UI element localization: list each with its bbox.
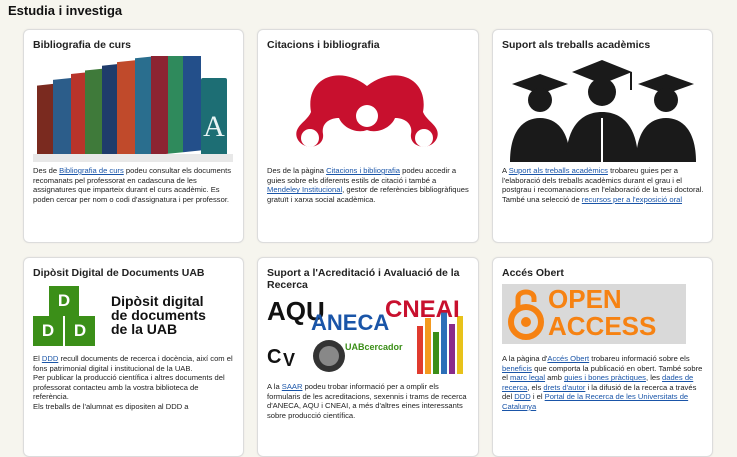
card-open-access[interactable]: Accés Obert OPEN ACCESS A la pàgina d'Ac… xyxy=(492,257,713,457)
card-title: Suport als treballs acadèmics xyxy=(502,39,651,51)
card-text-run: trobareu informació sobre els xyxy=(589,354,690,363)
card-link[interactable]: Suport als treballs acadèmics xyxy=(509,166,608,175)
card-text-run: amb xyxy=(545,373,565,383)
card-text-run: A la pàgina d' xyxy=(502,354,548,363)
card-text-run: , els xyxy=(527,382,544,392)
card-course-bibliography[interactable]: Bibliografia de curs A Des de Bibliograf… xyxy=(23,29,244,243)
card-text: Des de la pàgina Citacions i bibliografi… xyxy=(267,166,470,204)
card-link[interactable]: Accés Obert xyxy=(547,354,589,363)
card-link[interactable]: Mendeley Institucional xyxy=(267,185,342,194)
card-text: A la SAAR podeu trobar informació per a … xyxy=(267,382,470,420)
card-text: El DDD recull documents de recerca i doc… xyxy=(33,354,235,412)
card-link[interactable]: DDD xyxy=(42,354,58,363)
card-title: Citacions i bibliografia xyxy=(267,39,380,51)
books-icon: A xyxy=(33,56,233,162)
card-link[interactable]: drets d'autor xyxy=(543,383,585,392)
card-text-run: Des de xyxy=(33,166,60,175)
card-link[interactable]: recursos per a l'exposició oral xyxy=(582,195,682,204)
card-link[interactable]: Bibliografia de curs xyxy=(59,166,124,175)
card-academic-work-support[interactable]: Suport als treballs acadèmics A Suport a… xyxy=(492,29,713,243)
card-text-run: recull documents de recerca i docència, … xyxy=(33,354,233,373)
accreditation-collage-icon: AQU CNEAI ANECA UABcercador C V xyxy=(267,296,471,376)
card-text: A la pàgina d'Accés Obert trobareu infor… xyxy=(502,354,704,412)
card-title: Accés Obert xyxy=(502,267,564,279)
card-text-run: A la xyxy=(267,382,282,391)
card-link[interactable]: DDD xyxy=(514,392,530,401)
card-text-run: A xyxy=(502,166,509,175)
card-link[interactable]: beneficis xyxy=(502,364,532,373)
card-accreditation[interactable]: Suport a l'Acreditació i Avaluació de la… xyxy=(257,257,479,457)
card-title: Bibliografia de curs xyxy=(33,39,132,51)
card-text: Des de Bibliografia de curs podeu consul… xyxy=(33,166,235,204)
ddd-logo-icon: D D D Dipòsit digital de documents de la… xyxy=(33,284,233,350)
card-text-run: Els treballs de l'alumnat es dipositen a… xyxy=(33,401,189,411)
card-link[interactable]: guies i bones pràctiques xyxy=(564,373,646,382)
card-citations[interactable]: Citacions i bibliografia Des de la pàgin… xyxy=(257,29,479,243)
card-title: Dipòsit Digital de Documents UAB xyxy=(33,267,205,279)
card-link[interactable]: marc legal xyxy=(510,373,545,382)
card-text-run: El xyxy=(33,354,42,363)
card-text-run: Per publicar la producció científica i a… xyxy=(33,373,225,402)
card-text-run: i el xyxy=(530,392,545,402)
card-text: A Suport als treballs acadèmics trobareu… xyxy=(502,166,704,204)
card-ddd[interactable]: Dipòsit Digital de Documents UAB D D D D… xyxy=(23,257,244,457)
card-title: Suport a l'Acreditació i Avaluació de la… xyxy=(267,267,460,291)
graduates-icon xyxy=(502,56,702,162)
section-title: Estudia i investiga xyxy=(8,3,123,18)
mendeley-logo-icon xyxy=(267,56,467,162)
card-link[interactable]: SAAR xyxy=(282,382,303,391)
card-text-run: , les xyxy=(645,373,663,383)
card-text-run: Des de la pàgina xyxy=(267,166,327,175)
open-access-logo-icon: OPEN ACCESS xyxy=(502,284,686,344)
svg-text:A: A xyxy=(203,110,225,143)
card-link[interactable]: Citacions i bibliografia xyxy=(326,166,400,175)
